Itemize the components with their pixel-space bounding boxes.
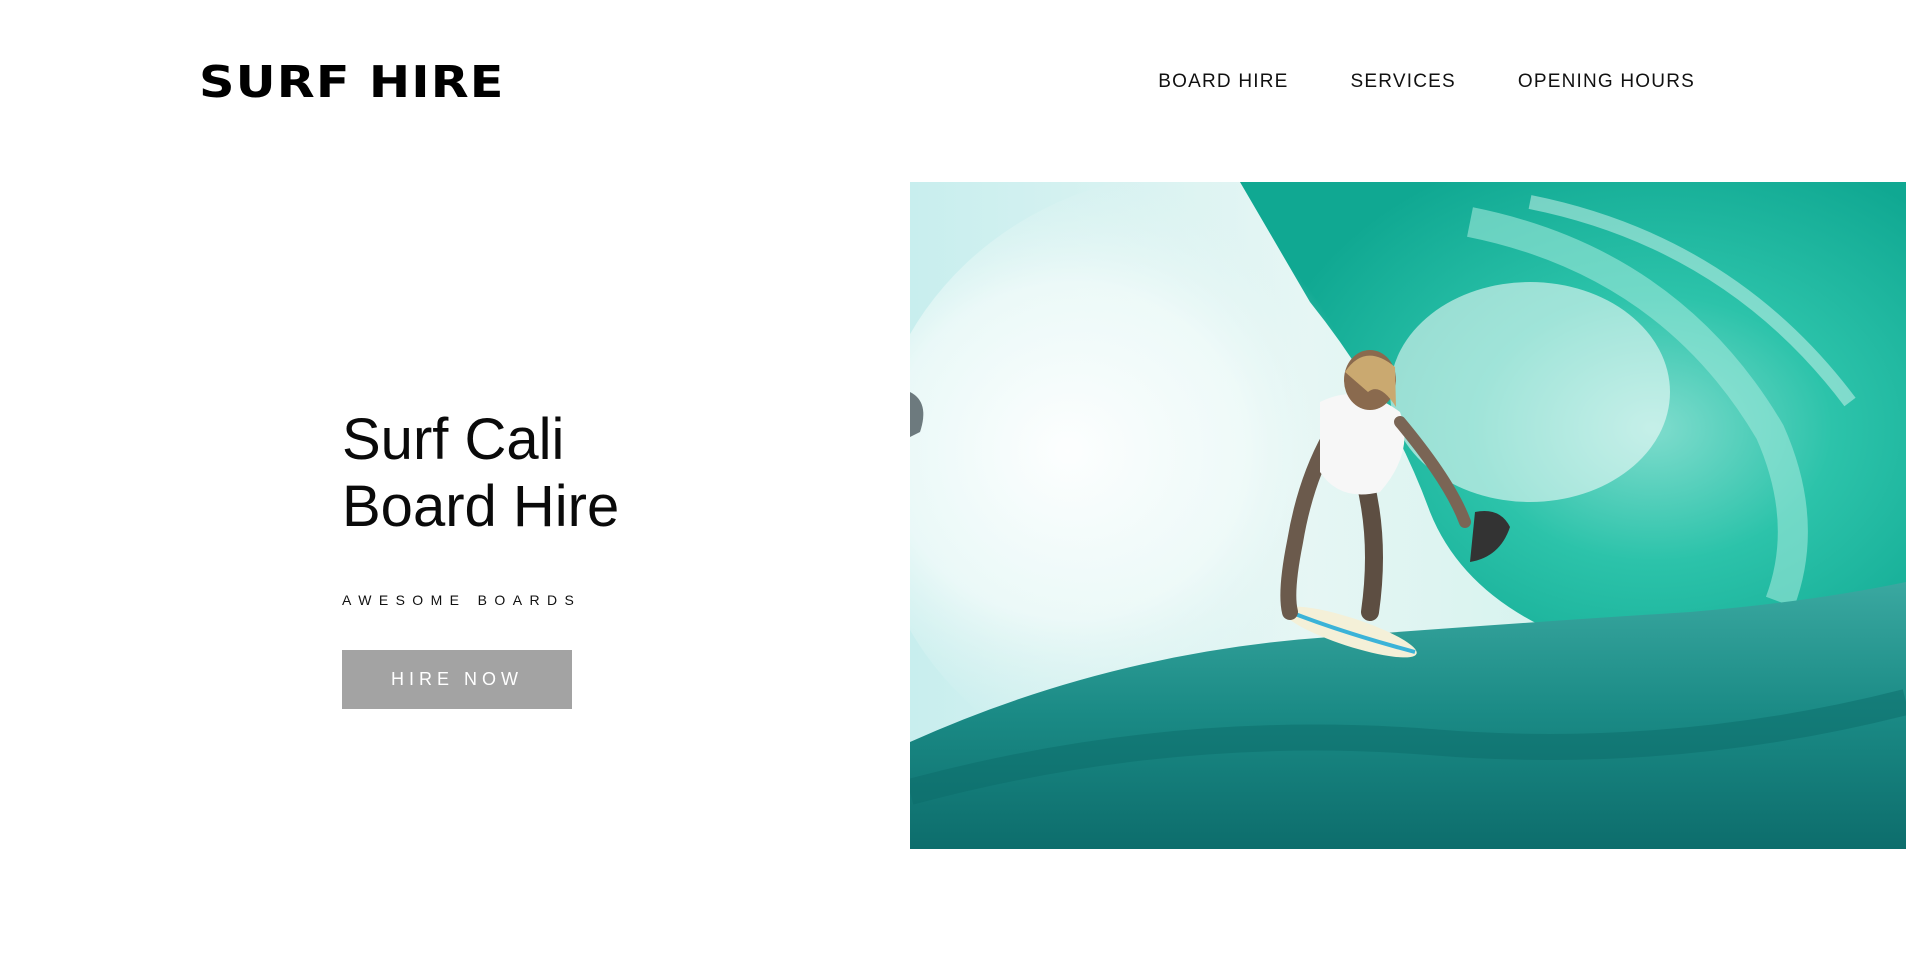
surfer-wave-illustration — [910, 182, 1906, 849]
site-header: SURF HIRE BOARD HIRE SERVICES OPENING HO… — [0, 0, 1906, 160]
nav-link-opening-hours[interactable]: OPENING HOURS — [1518, 70, 1695, 94]
hero-subtitle: AWESOME BOARDS — [342, 592, 582, 608]
hero-image — [910, 182, 1906, 849]
nav-link-services[interactable]: SERVICES — [1351, 70, 1456, 94]
hero-title: Surf Cali Board Hire — [342, 406, 619, 540]
hero-title-line-1: Surf Cali — [342, 407, 565, 472]
nav-link-board-hire[interactable]: BOARD HIRE — [1158, 70, 1288, 94]
hero-title-line-2: Board Hire — [342, 474, 620, 539]
main-nav: BOARD HIRE SERVICES OPENING HOURS — [1158, 70, 1695, 94]
site-logo[interactable]: SURF HIRE — [199, 58, 505, 108]
hire-now-button[interactable]: HIRE NOW — [342, 650, 572, 709]
hero-section: Surf Cali Board Hire AWESOME BOARDS HIRE… — [342, 406, 619, 709]
